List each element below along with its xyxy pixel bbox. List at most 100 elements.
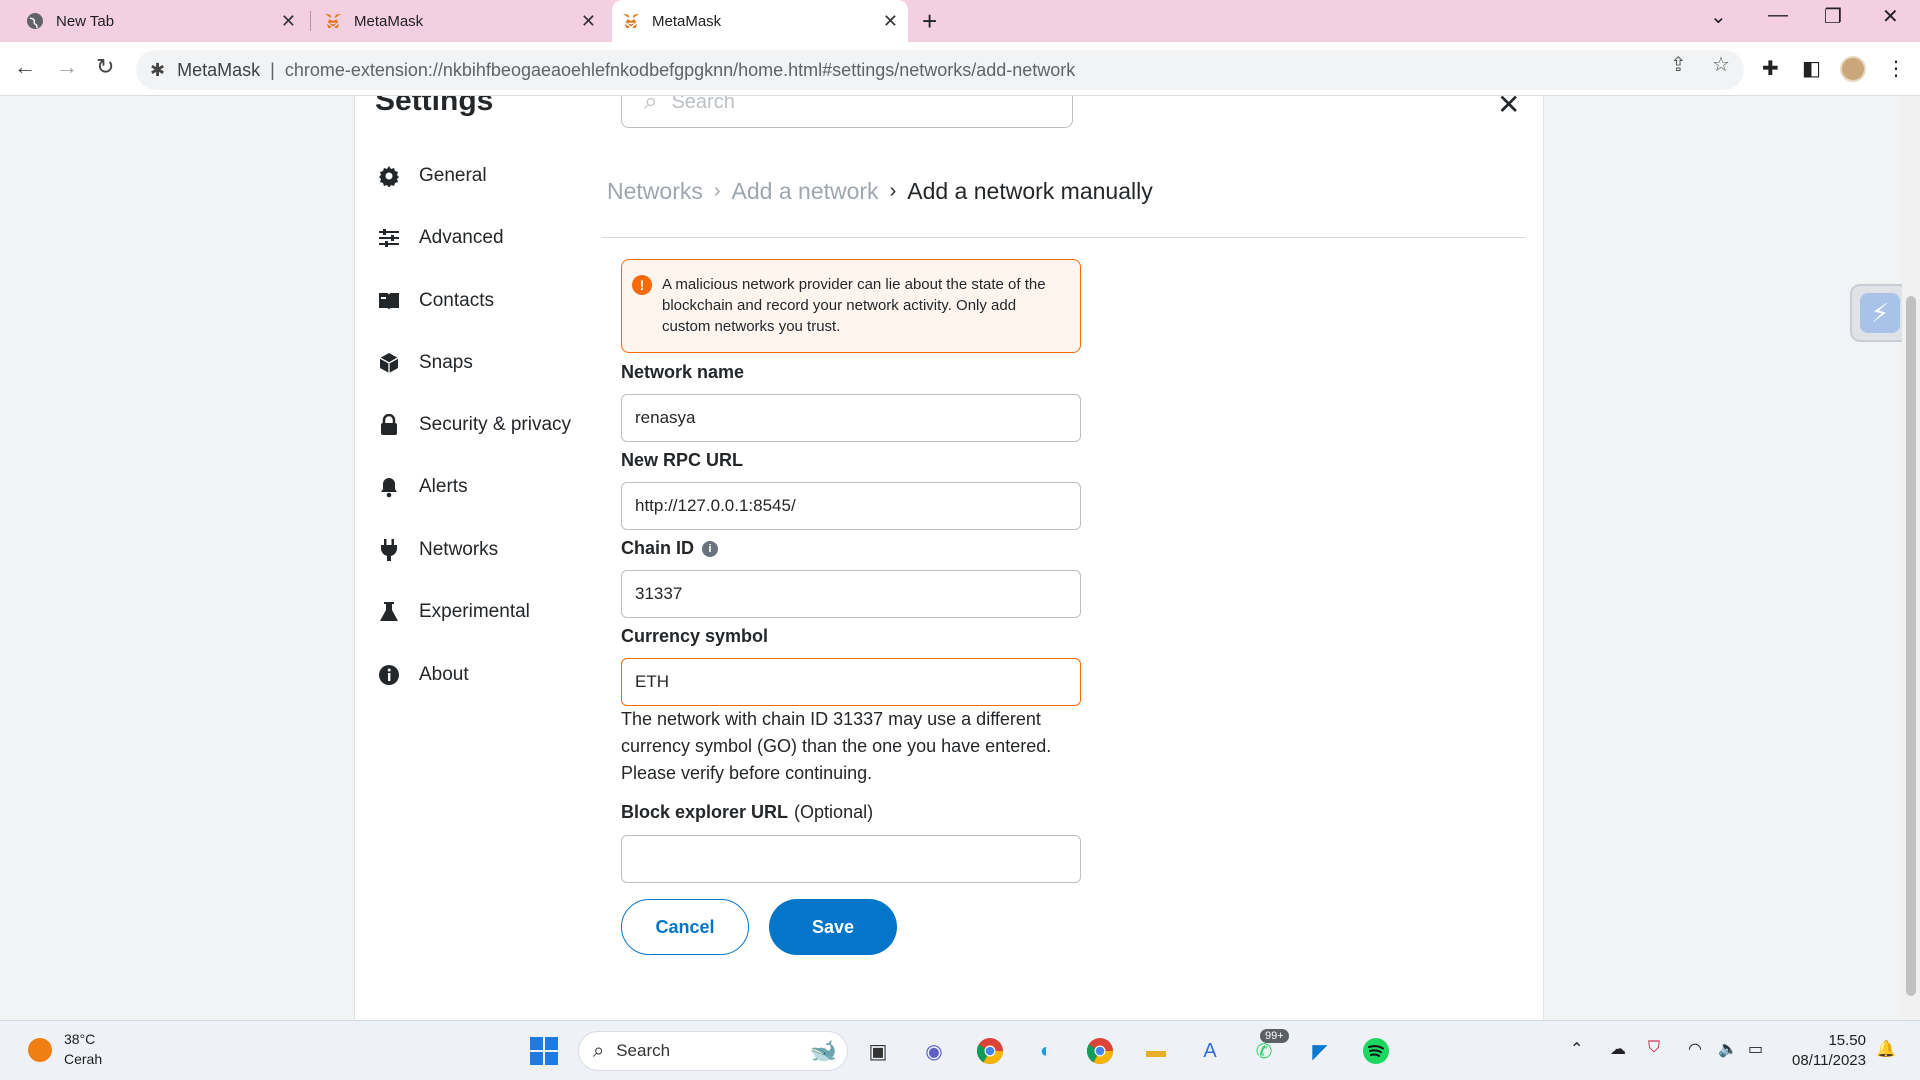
gear-icon [375,165,403,187]
volume-icon[interactable]: 🔈 [1718,1039,1738,1059]
sidebar-item-label: Experimental [419,601,530,622]
windows-start-icon[interactable] [528,1035,560,1067]
sidebar-item-security[interactable]: Security & privacy [375,407,571,443]
search-icon: ⌕ [644,96,658,115]
chrome-profile-icon[interactable] [1084,1035,1116,1067]
sidebar-item-about[interactable]: About [375,657,469,693]
breadcrumb-current: Add a network manually [907,178,1153,204]
scroll-thumb[interactable] [1906,296,1916,996]
battery-icon[interactable]: ▭ [1748,1039,1763,1059]
sidebar-item-label: General [419,165,487,186]
share-icon[interactable]: ⇪ [1670,52,1687,77]
onedrive-icon[interactable]: ☁ [1610,1039,1626,1059]
side-panel-icon[interactable]: ◧ [1802,56,1821,81]
search-placeholder: Search [671,96,735,113]
clock[interactable]: 15.50 08/11/2023 [1786,1031,1866,1071]
sidebar-item-snaps[interactable]: Snaps [375,345,473,381]
breadcrumb-networks[interactable]: Networks [607,178,703,205]
rpc-url-input[interactable]: http://127.0.0.1:8545/ [621,482,1081,530]
network-name-input[interactable]: renasya [621,394,1081,442]
window-close-icon[interactable]: ✕ [1882,4,1899,29]
sidebar-item-label: Snaps [419,352,473,373]
spotify-icon[interactable] [1360,1035,1392,1067]
task-view-icon[interactable]: ▣ [862,1035,894,1067]
settings-panel: Settings ⌕ Search ✕ General Advanced Con… [354,96,1544,1020]
cancel-button[interactable]: Cancel [621,899,749,955]
forward-arrow-icon[interactable]: → [56,54,78,80]
network-name-label: Network name [621,362,745,382]
warning-icon: ! [632,275,652,295]
wifi-icon[interactable]: ◠ [1688,1039,1702,1059]
sidebar-item-label: About [419,664,469,685]
menu-dots-icon[interactable]: ⋮ [1886,56,1906,81]
close-icon[interactable]: ✕ [581,11,596,32]
sun-icon[interactable] [28,1038,52,1062]
sidebar-item-label: Networks [419,539,499,560]
reload-icon[interactable]: ↻ [96,54,114,80]
page-content: Settings ⌕ Search ✕ General Advanced Con… [0,96,1902,1020]
app-store-icon[interactable]: A [1194,1035,1226,1067]
clock-time: 15.50 [1828,1032,1866,1049]
file-explorer-icon[interactable]: ▬ [1140,1035,1172,1067]
chain-id-label-text: Chain ID [621,538,695,558]
temperature: 38°C [64,1031,96,1047]
sidebar-item-label: Security & privacy [419,414,572,435]
vscode-icon[interactable]: ◤ [1304,1035,1336,1067]
mcafee-icon[interactable]: ⛉ [1648,1039,1660,1057]
close-settings-icon[interactable]: ✕ [1497,96,1520,121]
currency-symbol-value: ETH [635,672,669,691]
tab-search-icon[interactable]: ⌄ [1710,4,1727,29]
clock-date: 08/11/2023 [1792,1052,1866,1069]
close-icon[interactable]: ✕ [883,11,898,32]
minimize-icon[interactable]: — [1768,4,1788,27]
tab-new-tab[interactable]: New Tab ✕ [0,0,306,42]
chrome-icon[interactable] [974,1035,1006,1067]
tab-divider [310,11,311,31]
sidebar-item-contacts[interactable]: Contacts [375,283,494,319]
tab-metamask-1[interactable]: MetaMask ✕ [312,0,606,42]
notification-bell-icon[interactable]: 🔔 [1876,1039,1896,1059]
back-arrow-icon[interactable]: ← [14,54,36,80]
sidebar-item-general[interactable]: General [375,158,487,194]
bolt-icon: ⚡ [1860,293,1900,333]
sidebar-item-label: Advanced [419,227,504,248]
profile-avatar[interactable] [1840,56,1866,82]
network-name-value: renasya [635,408,696,427]
page-scrollbar[interactable] [1902,96,1920,1020]
omnibox-separator: | [270,59,275,80]
address-bar[interactable]: ✱ MetaMask | chrome-extension://nkbihfbe… [136,50,1744,90]
info-icon[interactable]: i [702,541,719,557]
floating-widget[interactable]: ⚡ [1850,284,1902,342]
edge-icon[interactable]: ◐ [1030,1035,1062,1067]
sidebar-item-experimental[interactable]: Experimental [375,594,530,630]
book-icon [375,291,403,311]
chevron-right-icon: › [889,180,897,202]
puzzle-icon: ✱ [150,59,166,80]
sidebar-item-alerts[interactable]: Alerts [375,469,468,505]
block-explorer-input[interactable] [621,835,1081,883]
chain-id-label: Chain ID i [621,538,719,559]
currency-symbol-input[interactable]: ETH [621,658,1081,706]
weather-condition: Cerah [64,1051,103,1067]
chevron-up-icon[interactable]: ⌃ [1570,1039,1583,1059]
sidebar-item-networks[interactable]: Networks [375,532,498,568]
info-icon [375,664,403,686]
bookmark-star-icon[interactable]: ☆ [1712,52,1730,77]
settings-search-input[interactable]: ⌕ Search [621,96,1073,128]
taskbar-search-input[interactable]: ⌕ Search 🐋 [578,1031,848,1071]
sidebar-item-advanced[interactable]: Advanced [375,220,504,256]
chain-id-input[interactable]: 31337 [621,570,1081,618]
metamask-fox-icon [324,12,342,30]
sliders-icon [375,228,403,248]
chat-icon[interactable]: ◉ [918,1035,950,1067]
breadcrumb-add-network[interactable]: Add a network [732,178,879,205]
close-icon[interactable]: ✕ [281,11,296,32]
notification-badge: 99+ [1260,1029,1289,1043]
extensions-icon[interactable]: ✚ [1762,56,1779,81]
metamask-fox-icon [622,12,640,30]
save-button[interactable]: Save [769,899,897,955]
restore-icon[interactable]: ❐ [1824,4,1842,29]
sidebar-item-label: Alerts [419,476,468,497]
tab-metamask-active[interactable]: MetaMask ✕ [612,0,908,42]
new-tab-button[interactable]: + [922,6,937,37]
